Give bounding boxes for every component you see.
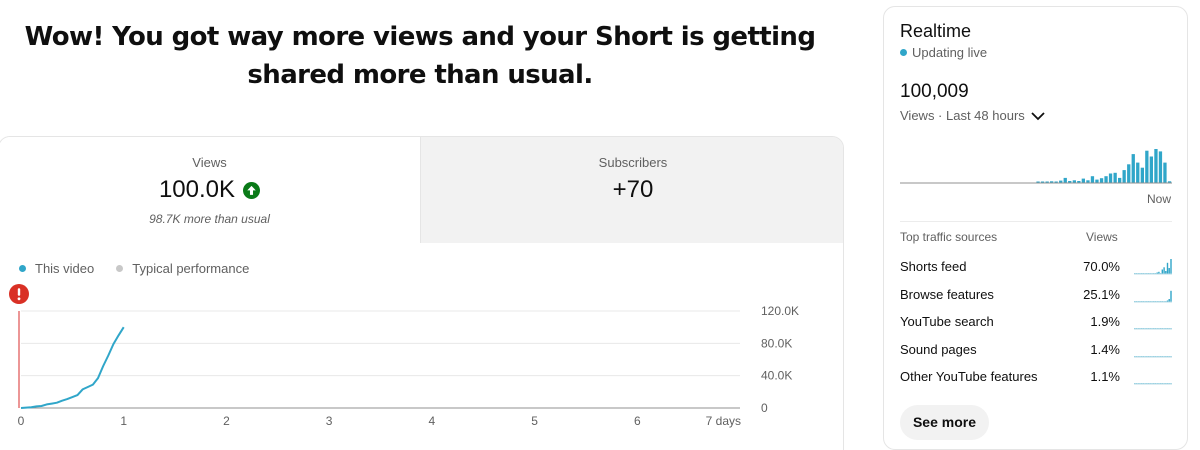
analytics-card: Views 100.0K 98.7K more than usual Subsc…: [0, 136, 844, 450]
realtime-bar: [1145, 150, 1149, 183]
traffic-source-percent: 1.1%: [1090, 369, 1120, 384]
realtime-bar: [1099, 178, 1104, 183]
realtime-card: Realtime Updating live 100,009 Views · L…: [883, 6, 1188, 450]
realtime-bar: [1131, 154, 1135, 183]
traffic-source-sparkline: [1134, 259, 1172, 275]
realtime-bar: [1163, 162, 1167, 183]
views-line-chart: 120.0K 80.0K 40.0K 0 0 1 2 3 4 5 6 7 days: [18, 304, 799, 428]
traffic-source-row: YouTube search 1.9%: [900, 312, 1172, 332]
realtime-bar: [1104, 176, 1108, 183]
tab-views-value: 100.0K: [158, 176, 236, 203]
realtime-bar: [1136, 162, 1140, 183]
x-tick-label: 4: [429, 414, 436, 428]
realtime-live-status: Updating live: [900, 45, 987, 60]
realtime-title: Realtime: [900, 21, 972, 41]
realtime-bar: [1081, 178, 1085, 183]
traffic-source-name: Shorts feed: [900, 259, 967, 274]
series-line-this-video: [20, 326, 125, 409]
traffic-source-row: Shorts feed 70.0%: [900, 257, 1172, 277]
realtime-live-label: Updating live: [912, 45, 988, 60]
x-tick-label: 3: [326, 414, 333, 428]
sparkline-bar: [1161, 269, 1163, 274]
chart-legend: This video Typical performance: [19, 261, 249, 276]
traffic-sources-title: Top traffic sources: [900, 230, 998, 244]
sparkline-bar: [1166, 262, 1169, 275]
arrow-up-circle-icon: [243, 181, 261, 199]
traffic-source-name: Browse features: [900, 286, 994, 302]
realtime-bar: [1108, 173, 1113, 183]
realtime-bar: [1095, 179, 1099, 183]
divider: [900, 221, 1172, 222]
sparkline-bar: [1170, 290, 1172, 302]
x-tick-label: 0: [18, 414, 25, 428]
sparkline-bar: [1168, 268, 1170, 274]
x-tick-label: 5: [531, 414, 538, 428]
y-tick-label: 0: [761, 401, 768, 415]
sparkline-bar: [1170, 259, 1172, 274]
traffic-source-sparkline: [1134, 355, 1172, 357]
realtime-bar: [1140, 167, 1144, 183]
headline: Wow! You got way more views and your Sho…: [24, 22, 816, 90]
traffic-source-percent: 70.0%: [1083, 259, 1120, 274]
x-tick-label: 2: [223, 414, 230, 428]
traffic-source-sparkline: [1134, 328, 1172, 330]
traffic-source-row: Other YouTube features 1.1%: [900, 367, 1172, 387]
x-tick-label: 7 days: [706, 414, 741, 428]
see-more-button[interactable]: See more: [900, 405, 989, 440]
realtime-view-count: 100,009: [900, 81, 969, 102]
realtime-bar: [1122, 170, 1126, 183]
y-tick-label: 120.0K: [761, 304, 799, 318]
legend-this-video-label: This video: [35, 261, 95, 276]
tab-subscribers-value: +70: [612, 176, 654, 203]
realtime-bar: [1063, 177, 1067, 183]
traffic-source-sparkline: [1134, 290, 1172, 302]
traffic-source-row: Browse features 25.1%: [900, 285, 1172, 305]
traffic-source-percent: 1.9%: [1090, 314, 1120, 329]
traffic-source-name: YouTube search: [900, 314, 994, 329]
x-tick-label: 6: [634, 414, 641, 428]
y-tick-label: 80.0K: [761, 336, 792, 350]
tab-views-note: 98.7K more than usual: [149, 212, 270, 226]
traffic-source-row: Sound pages 1.4%: [900, 340, 1172, 360]
traffic-source-name: Other YouTube features: [900, 369, 1038, 384]
live-dot-icon: [900, 49, 907, 56]
realtime-bar: [1154, 149, 1158, 183]
tab-subscribers-label: Subscribers: [598, 155, 668, 170]
traffic-source-name: Sound pages: [900, 341, 977, 357]
traffic-source-sparkline: [1134, 383, 1172, 385]
legend-typical-label: Typical performance: [132, 261, 250, 276]
sparkline-bar: [1163, 267, 1165, 275]
realtime-bar: [1118, 177, 1122, 183]
chevron-down-icon: [1031, 111, 1045, 120]
realtime-period-label: Views · Last 48 hours: [900, 108, 1025, 123]
y-tick-label: 40.0K: [761, 369, 792, 383]
legend-dot-icon: [19, 265, 26, 272]
realtime-period-dropdown[interactable]: Views · Last 48 hours: [900, 108, 1046, 123]
realtime-bar: [1113, 172, 1117, 183]
traffic-source-percent: 25.1%: [1083, 286, 1120, 302]
traffic-source-percent: 1.4%: [1090, 341, 1120, 357]
tab-views-label: Views: [192, 155, 227, 170]
legend-typical[interactable]: Typical performance: [116, 261, 249, 276]
legend-this-video[interactable]: This video: [19, 261, 94, 276]
traffic-sources-views-header: Views: [1086, 230, 1118, 244]
realtime-bar: [1149, 156, 1153, 183]
x-tick-label: 1: [120, 414, 127, 428]
realtime-now-label: Now: [1146, 192, 1171, 206]
realtime-bar: [1090, 176, 1095, 183]
legend-dot-icon: [116, 265, 124, 272]
tab-views-value-row: 100.0K: [0, 176, 420, 204]
realtime-bar: [1158, 151, 1163, 183]
realtime-bar: [1127, 164, 1131, 183]
traffic-sources-header: Top traffic sources Views: [900, 230, 1172, 244]
tab-subscribers[interactable]: Subscribers +70: [420, 137, 843, 243]
tab-views[interactable]: Views 100.0K 98.7K more than usual: [0, 137, 420, 243]
realtime-bar-chart: [900, 149, 1172, 184]
